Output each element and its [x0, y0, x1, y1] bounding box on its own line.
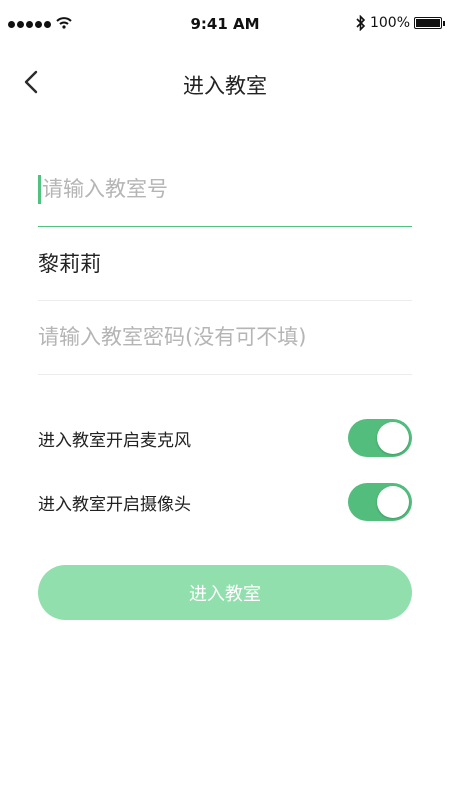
bluetooth-icon: [356, 15, 366, 31]
microphone-toggle-label: 进入教室开启麦克风: [38, 430, 191, 451]
camera-toggle-label: 进入教室开启摄像头: [38, 494, 191, 515]
status-right: 100%: [356, 15, 445, 31]
page-title: 进入教室: [183, 74, 267, 98]
camera-toggle[interactable]: [348, 483, 412, 521]
nickname-input[interactable]: [38, 226, 412, 300]
toggle-knob: [377, 422, 409, 454]
camera-toggle-row: 进入教室开启摄像头: [38, 482, 412, 522]
room-number-field: [38, 152, 412, 227]
battery-percent: 100%: [369, 15, 410, 31]
room-password-input[interactable]: [38, 300, 412, 374]
nav-bar: 进入教室: [0, 52, 450, 112]
text-cursor: [38, 175, 41, 204]
nickname-field: [38, 226, 412, 301]
battery-icon: [414, 17, 445, 29]
enter-classroom-button[interactable]: 进入教室: [38, 565, 412, 620]
room-number-input[interactable]: [38, 152, 412, 226]
microphone-toggle-row: 进入教室开启麦克风: [38, 418, 412, 458]
microphone-toggle[interactable]: [348, 419, 412, 457]
status-bar: 9:41 AM 100%: [0, 0, 450, 52]
password-field: [38, 300, 412, 375]
toggle-knob: [377, 486, 409, 518]
